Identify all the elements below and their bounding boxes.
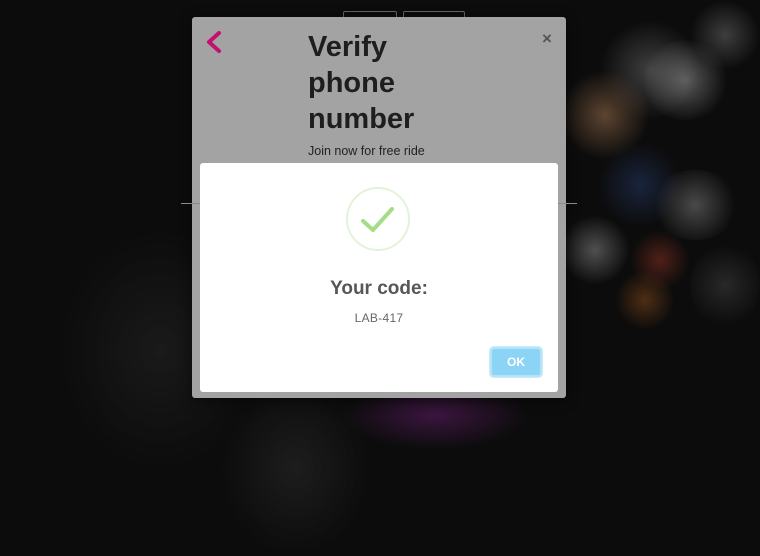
alert-title: Your code: <box>330 278 428 299</box>
code-alert-dialog: Your code: LAB-417 OK <box>200 163 558 392</box>
divider <box>181 203 201 204</box>
back-button[interactable] <box>202 27 228 59</box>
verification-code: LAB-417 <box>354 311 404 325</box>
success-icon <box>346 187 410 251</box>
page-title: Verify phone number <box>308 31 415 135</box>
divider <box>557 203 577 204</box>
ok-button[interactable]: OK <box>490 347 542 377</box>
page-subtitle: Join now for free ride <box>308 144 425 158</box>
chevron-left-icon <box>207 31 221 53</box>
close-button[interactable]: × <box>538 29 556 49</box>
checkmark-icon <box>361 207 394 232</box>
